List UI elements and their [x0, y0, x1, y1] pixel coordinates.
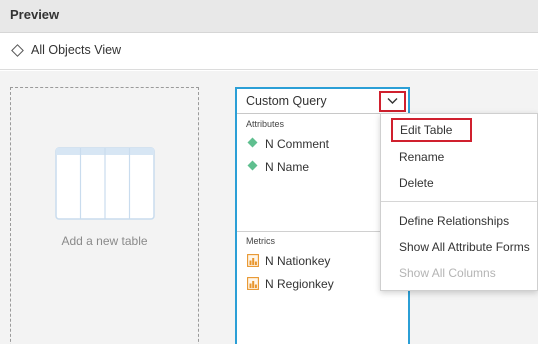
- card-title: Custom Query: [246, 94, 327, 108]
- view-selector[interactable]: All Objects View: [0, 33, 538, 70]
- menu-item-delete[interactable]: Delete: [381, 171, 537, 195]
- menu-item-label: Rename: [399, 150, 445, 164]
- add-table-label: Add a new table: [61, 234, 148, 248]
- attribute-diamond-icon: [247, 160, 258, 171]
- menu-item-show-all-columns: Show All Columns: [381, 261, 537, 285]
- menu-item-label: Show All Attribute Forms: [399, 240, 530, 254]
- menu-item-label: Show All Columns: [399, 266, 496, 280]
- metric-icon: [247, 254, 259, 267]
- menu-item-label: Edit Table: [400, 123, 453, 137]
- menu-item-show-all-attribute-forms[interactable]: Show All Attribute Forms: [381, 235, 537, 259]
- attribute-diamond-icon: [247, 137, 258, 148]
- attributes-section-label: Attributes: [246, 119, 285, 129]
- metrics-section-label: Metrics: [246, 236, 275, 246]
- table-placeholder-icon: [55, 147, 155, 220]
- menu-item-label: Define Relationships: [399, 214, 510, 228]
- card-header: Custom Query: [237, 89, 408, 114]
- view-label: All Objects View: [31, 43, 122, 57]
- menu-item-define-relationships[interactable]: Define Relationships: [381, 209, 537, 233]
- menu-item-edit-table[interactable]: Edit Table: [391, 118, 472, 142]
- attribute-label: N Comment: [265, 137, 330, 151]
- diamond-icon: [11, 44, 24, 57]
- table-options-menu: Edit Table Rename Delete Define Relation…: [380, 113, 538, 291]
- menu-separator: [381, 201, 537, 202]
- metric-icon: [247, 277, 259, 290]
- attribute-label: N Name: [265, 160, 310, 174]
- chevron-down-icon: [387, 98, 398, 104]
- table-options-dropdown-button[interactable]: [379, 91, 406, 112]
- menu-item-rename[interactable]: Rename: [381, 145, 537, 169]
- preview-header: Preview: [0, 0, 538, 33]
- metric-label: N Nationkey: [265, 254, 331, 268]
- page-title: Preview: [10, 7, 60, 22]
- metric-label: N Regionkey: [265, 277, 334, 291]
- add-new-table-placeholder[interactable]: Add a new table: [10, 87, 199, 344]
- menu-item-label: Delete: [399, 176, 434, 190]
